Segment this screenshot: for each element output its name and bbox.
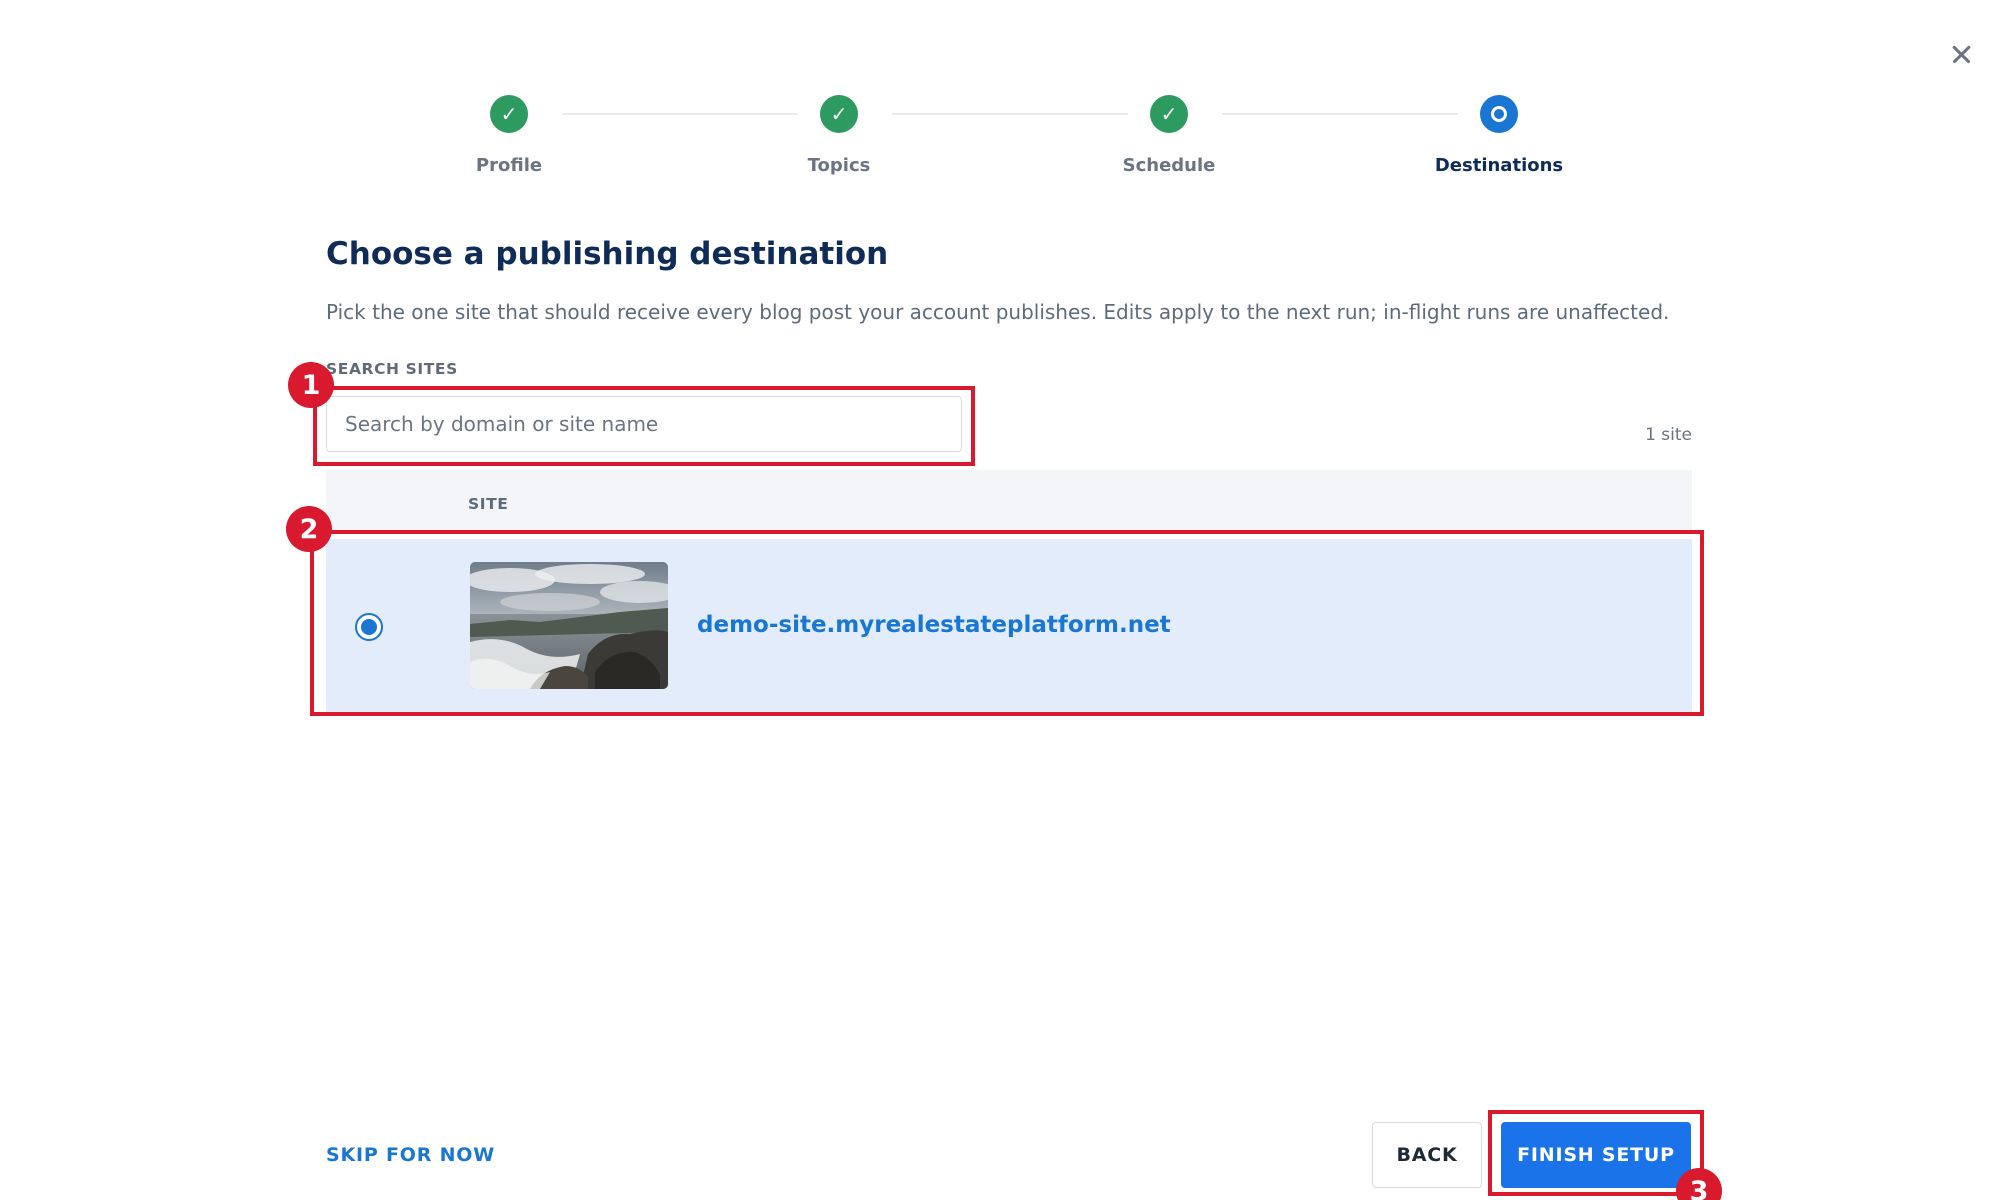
skip-for-now-link[interactable]: SKIP FOR NOW xyxy=(326,1144,495,1166)
site-count: 1 site xyxy=(1645,425,1692,445)
table-row[interactable]: demo-site.myrealestateplatform.net xyxy=(326,539,1692,714)
step-topics[interactable]: ✓ Topics xyxy=(739,95,939,176)
step-destinations[interactable]: Destinations xyxy=(1399,95,1599,176)
table-header: SITE xyxy=(326,470,1692,532)
close-icon[interactable] xyxy=(1944,36,1980,72)
step-schedule[interactable]: ✓ Schedule xyxy=(1069,95,1269,176)
step-label: Topics xyxy=(807,155,871,176)
site-name-link[interactable]: demo-site.myrealestateplatform.net xyxy=(697,612,1171,638)
search-label: SEARCH SITES xyxy=(326,360,458,378)
column-header-site: SITE xyxy=(468,495,509,513)
back-button[interactable]: BACK xyxy=(1372,1122,1482,1188)
progress-stepper: ✓ Profile ✓ Topics ✓ Schedule Destinatio… xyxy=(0,95,2000,195)
current-step-icon xyxy=(1480,95,1518,133)
check-icon: ✓ xyxy=(820,95,858,133)
step-profile[interactable]: ✓ Profile xyxy=(409,95,609,176)
sites-table: SITE demo-site.myrealestateplatform.net xyxy=(326,470,1692,714)
finish-setup-button[interactable]: FINISH SETUP xyxy=(1501,1122,1691,1188)
search-input[interactable] xyxy=(326,396,962,452)
site-radio-button[interactable] xyxy=(355,613,383,641)
step-label: Profile xyxy=(475,155,543,176)
step-label: Schedule xyxy=(1122,155,1216,176)
check-icon: ✓ xyxy=(1150,95,1188,133)
step-label: Destinations xyxy=(1434,155,1564,176)
page-title: Choose a publishing destination xyxy=(326,236,889,272)
check-icon: ✓ xyxy=(490,95,528,133)
site-thumbnail xyxy=(470,562,668,689)
page-subtitle: Pick the one site that should receive ev… xyxy=(326,300,1670,324)
